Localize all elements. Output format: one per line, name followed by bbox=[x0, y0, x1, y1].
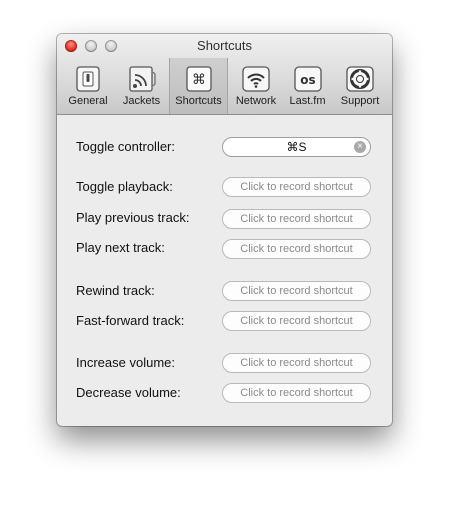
increase-volume-shortcut-field[interactable]: Click to record shortcut bbox=[222, 353, 371, 373]
toggle-controller-shortcut-field[interactable]: ⌘S × bbox=[222, 137, 371, 157]
tab-network-label: Network bbox=[235, 95, 277, 107]
tab-support-label: Support bbox=[340, 95, 380, 107]
tab-shortcuts[interactable]: ⌘ Shortcuts bbox=[169, 58, 228, 114]
lastfm-icon: os bbox=[293, 66, 322, 92]
tab-shortcuts-label: Shortcuts bbox=[175, 95, 222, 107]
svg-text:os: os bbox=[300, 73, 315, 87]
play-previous-shortcut-field[interactable]: Click to record shortcut bbox=[222, 209, 371, 229]
increase-volume-label: Increase volume: bbox=[76, 355, 175, 370]
lifebuoy-icon bbox=[346, 66, 374, 92]
decrease-volume-shortcut-field[interactable]: Click to record shortcut bbox=[222, 383, 371, 403]
tab-jackets[interactable]: Jackets bbox=[114, 58, 169, 114]
jackets-icon bbox=[128, 66, 156, 92]
play-previous-label: Play previous track: bbox=[76, 210, 190, 225]
tab-general-label: General bbox=[68, 95, 108, 107]
play-next-label: Play next track: bbox=[76, 240, 165, 255]
toggle-playback-label: Toggle playback: bbox=[76, 179, 173, 194]
rewind-shortcut-field[interactable]: Click to record shortcut bbox=[222, 281, 371, 301]
clear-shortcut-icon[interactable]: × bbox=[354, 141, 366, 153]
toggle-controller-label: Toggle controller: bbox=[76, 139, 175, 154]
fast-forward-label: Fast-forward track: bbox=[76, 313, 185, 328]
shortcuts-pane: Toggle controller: ⌘S × Toggle playback:… bbox=[57, 115, 392, 426]
toggle-controller-shortcut-value: ⌘S bbox=[286, 140, 307, 154]
toggle-playback-shortcut-field[interactable]: Click to record shortcut bbox=[222, 177, 371, 197]
play-next-shortcut-field[interactable]: Click to record shortcut bbox=[222, 239, 371, 259]
command-key-icon: ⌘ bbox=[185, 66, 212, 92]
svg-text:⌘: ⌘ bbox=[192, 72, 206, 88]
tab-lastfm[interactable]: os Last.fm bbox=[283, 58, 332, 114]
tab-jackets-label: Jackets bbox=[122, 95, 161, 107]
preferences-window: Shortcuts General Jackets ⌘ Shortcuts Ne… bbox=[57, 34, 392, 426]
decrease-volume-label: Decrease volume: bbox=[76, 385, 181, 400]
window-title: Shortcuts bbox=[197, 38, 252, 53]
general-switch-icon bbox=[76, 66, 100, 92]
tab-lastfm-label: Last.fm bbox=[289, 95, 326, 107]
rewind-label: Rewind track: bbox=[76, 283, 155, 298]
tab-network[interactable]: Network bbox=[229, 58, 283, 114]
fast-forward-shortcut-field[interactable]: Click to record shortcut bbox=[222, 311, 371, 331]
tab-support[interactable]: Support bbox=[333, 58, 387, 114]
titlebar: Shortcuts General Jackets ⌘ Shortcuts Ne… bbox=[57, 34, 392, 115]
tab-general[interactable]: General bbox=[63, 58, 113, 114]
wifi-icon bbox=[242, 66, 270, 92]
